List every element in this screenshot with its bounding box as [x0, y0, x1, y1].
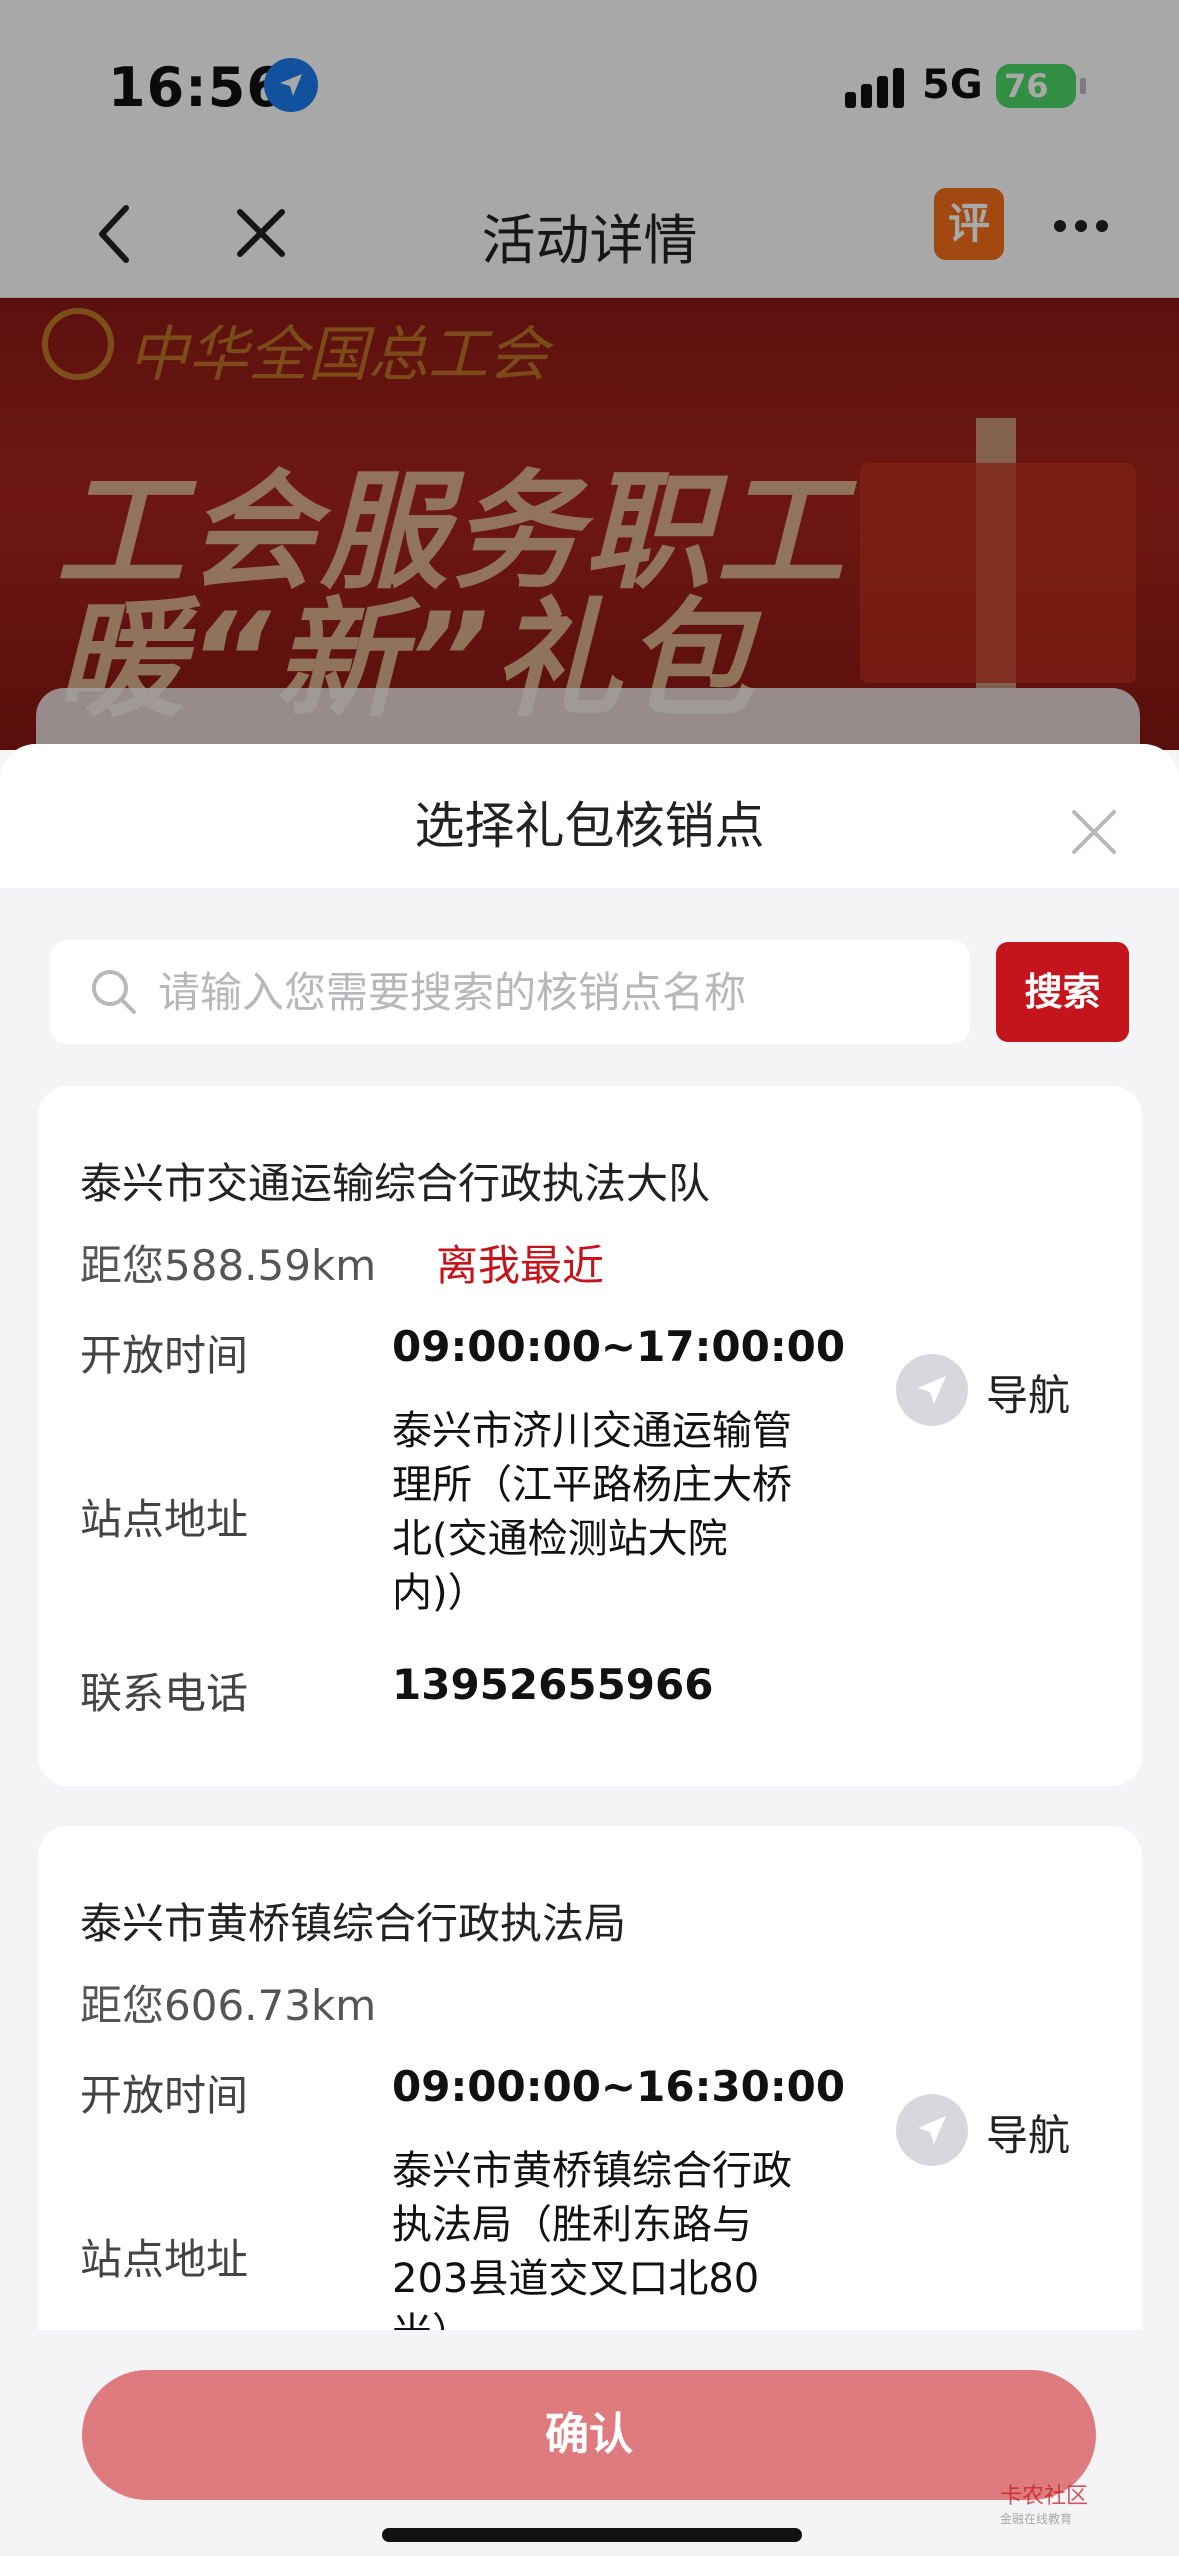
sheet-title: 选择礼包核销点: [414, 797, 765, 855]
watermark: 卡农社区 金融在线教育: [1000, 2478, 1150, 2527]
search-icon: [88, 966, 140, 1018]
bottom-bar: 确认 卡农社区 金融在线教育: [0, 2330, 1179, 2556]
phone-value[interactable]: 13952655966: [392, 1660, 713, 1709]
open-time-label: 开放时间: [80, 1331, 249, 1380]
search-box: [50, 940, 970, 1044]
site-address: 泰兴市济川交通运输管 理所（江平路杨庄大桥 北(交通检测站大院 内)）: [392, 1404, 872, 1620]
pickup-point-sheet: 选择礼包核销点 搜索 泰兴市交通运输综合行政执法大队 距您588.59km 离我…: [0, 744, 1179, 2556]
navigate-arrow-icon: [896, 1354, 968, 1426]
site-address: 泰兴市黄桥镇综合行政 执法局（胜利东路与 203县道交叉口北80 米）: [392, 2144, 872, 2360]
watermark-subtitle: 金融在线教育: [1000, 2512, 1073, 2526]
nearest-tag: 离我最近: [436, 1241, 605, 1290]
phone-label: 联系电话: [80, 1669, 249, 1718]
site-distance: 距您588.59km: [80, 1241, 377, 1290]
address-line: 泰兴市济川交通运输管: [392, 1408, 792, 1454]
sheet-close-icon[interactable]: [1066, 804, 1122, 860]
sheet-header: 选择礼包核销点: [0, 744, 1179, 888]
navigate-button[interactable]: 导航: [896, 1354, 1096, 1434]
site-distance: 距您606.73km: [80, 1981, 377, 2030]
address-line: 泰兴市黄桥镇综合行政: [392, 2148, 792, 2194]
home-indicator[interactable]: [382, 2528, 802, 2542]
site-name: 泰兴市黄桥镇综合行政执法局: [80, 1899, 627, 1948]
address-line: 理所（江平路杨庄大桥: [392, 1462, 792, 1508]
confirm-button[interactable]: 确认: [82, 2370, 1096, 2500]
open-time-value: 09:00:00~16:30:00: [392, 2062, 846, 2111]
search-input[interactable]: [158, 960, 938, 1024]
search-button[interactable]: 搜索: [996, 942, 1129, 1042]
address-label: 站点地址: [80, 1495, 249, 1544]
navigate-label: 导航: [986, 1371, 1071, 1420]
address-line: 执法局（胜利东路与: [392, 2202, 752, 2248]
site-name: 泰兴市交通运输综合行政执法大队: [80, 1159, 711, 1208]
open-time-value: 09:00:00~17:00:00: [392, 1322, 846, 1371]
site-card[interactable]: 泰兴市交通运输综合行政执法大队 距您588.59km 离我最近 开放时间 09:…: [38, 1086, 1142, 1786]
modal-backdrop[interactable]: [0, 0, 1179, 750]
address-line: 203县道交叉口北80: [392, 2256, 760, 2302]
navigate-label: 导航: [986, 2111, 1071, 2160]
navigate-button[interactable]: 导航: [896, 2094, 1096, 2174]
navigate-arrow-icon: [896, 2094, 968, 2166]
address-line: 内)）: [392, 1570, 488, 1616]
address-line: 北(交通检测站大院: [392, 1516, 728, 1562]
watermark-title: 卡农社区: [1000, 2484, 1089, 2509]
open-time-label: 开放时间: [80, 2071, 249, 2120]
address-label: 站点地址: [80, 2235, 249, 2284]
